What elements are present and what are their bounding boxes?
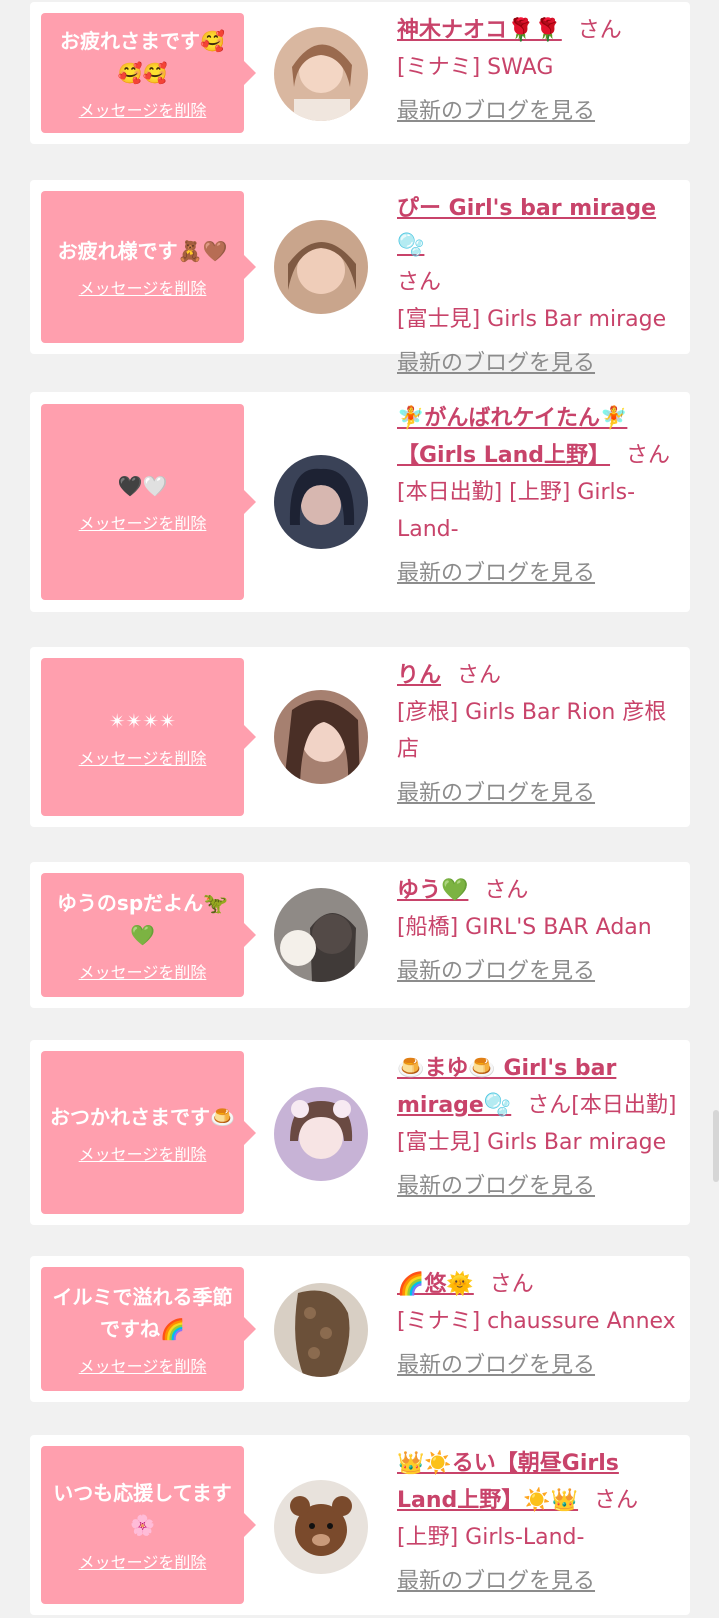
delete-message-link[interactable]: メッセージを削除 bbox=[79, 97, 207, 121]
shop-name: [富士見] Girls Bar mirage bbox=[397, 1130, 667, 1155]
message-bubble: ✴✴✴✴ メッセージを削除 bbox=[41, 658, 256, 816]
message-text: イルミで溢れる季節ですね🌈 bbox=[52, 1285, 233, 1341]
delete-message-link[interactable]: メッセージを削除 bbox=[79, 959, 207, 983]
delete-message-link[interactable]: メッセージを削除 bbox=[79, 510, 207, 534]
honorific: さん bbox=[527, 1093, 572, 1118]
shop-name: [ミナミ] chaussure Annex bbox=[397, 1309, 676, 1334]
shop-name: [ミナミ] SWAG bbox=[397, 55, 554, 80]
honorific: さん bbox=[626, 443, 671, 468]
list-item: いつも応援してます🌸 メッセージを削除 👑☀️るい【朝昼Girls Land上野… bbox=[30, 1435, 690, 1615]
girl-name-link[interactable]: 👑☀️るい【朝昼Girls Land上野】☀️👑 bbox=[397, 1451, 619, 1513]
scrollbar[interactable] bbox=[713, 1110, 719, 1182]
message-bubble: イルミで溢れる季節ですね🌈 メッセージを削除 bbox=[41, 1267, 256, 1391]
avatar[interactable] bbox=[274, 1480, 368, 1574]
item-info: 👑☀️るい【朝昼Girls Land上野】☀️👑 さん [上野] Girls-La… bbox=[397, 1445, 682, 1600]
message-bubble: おつかれさまです🍮 メッセージを削除 bbox=[41, 1051, 256, 1214]
girl-name-link[interactable]: ゆう💚 bbox=[397, 878, 468, 903]
shop-name: [富士見] Girls Bar mirage bbox=[397, 307, 667, 332]
message-text: ゆうのspだよん🦖💚 bbox=[56, 891, 229, 947]
list-item: お疲れさまです🥰🥰🥰 メッセージを削除 神木ナオコ🌹🌹 さん [ミナミ] SWAG… bbox=[30, 2, 690, 144]
shop-name: [本日出勤] [上野] Girls-Land- bbox=[397, 480, 636, 542]
shop-name: [上野] Girls-Land- bbox=[397, 1525, 585, 1550]
message-bubble: お疲れさまです🥰🥰🥰 メッセージを削除 bbox=[41, 13, 256, 133]
blog-link[interactable]: 最新のブログを見る bbox=[397, 1347, 595, 1384]
message-bubble: 🖤🤍 メッセージを削除 bbox=[41, 404, 256, 600]
avatar[interactable] bbox=[274, 690, 368, 784]
blog-link[interactable]: 最新のブログを見る bbox=[397, 345, 595, 382]
delete-message-link[interactable]: メッセージを削除 bbox=[79, 1353, 207, 1377]
avatar[interactable] bbox=[274, 220, 368, 314]
girl-name-link[interactable]: ぴー Girl's bar mirage🫧 bbox=[397, 196, 656, 258]
message-bubble: ゆうのspだよん🦖💚 メッセージを削除 bbox=[41, 873, 256, 997]
item-info: ぴー Girl's bar mirage🫧 さん [富士見] Girls Bar … bbox=[397, 190, 682, 382]
list-item: 🖤🤍 メッセージを削除 🧚がんばれケイたん🧚【Girls Land上野】 さん [… bbox=[30, 392, 690, 612]
shop-name: [船橋] GIRL'S BAR Adan bbox=[397, 915, 652, 940]
avatar[interactable] bbox=[274, 1283, 368, 1377]
blog-link[interactable]: 最新のブログを見る bbox=[397, 1168, 595, 1205]
girl-name-link[interactable]: 神木ナオコ🌹🌹 bbox=[397, 18, 562, 43]
avatar[interactable] bbox=[274, 455, 368, 549]
honorific: さん bbox=[489, 1272, 534, 1297]
girl-name-link[interactable]: 🧚がんばれケイたん🧚【Girls Land上野】 bbox=[397, 406, 627, 468]
item-info: ゆう💚 さん [船橋] GIRL'S BAR Adan 最新のブログを見る bbox=[397, 872, 682, 990]
list-item: おつかれさまです🍮 メッセージを削除 🍮まゆ🍮 Girl's bar mirag… bbox=[30, 1040, 690, 1225]
item-info: りん さん [彦根] Girls Bar Rion 彦根店 最新のブログを見る bbox=[397, 657, 682, 812]
message-bubble: お疲れ様です🧸🤎 メッセージを削除 bbox=[41, 191, 256, 343]
delete-message-link[interactable]: メッセージを削除 bbox=[79, 1141, 207, 1165]
item-info: 神木ナオコ🌹🌹 さん [ミナミ] SWAG 最新のブログを見る bbox=[397, 12, 682, 130]
status-badge: [本日出勤] bbox=[571, 1093, 677, 1118]
message-text: いつも応援してます🌸 bbox=[53, 1481, 232, 1537]
honorific: さん bbox=[457, 663, 502, 688]
honorific: さん bbox=[594, 1488, 639, 1513]
message-text: ✴✴✴✴ bbox=[108, 709, 177, 733]
avatar[interactable] bbox=[274, 27, 368, 121]
shop-name: [彦根] Girls Bar Rion 彦根店 bbox=[397, 700, 667, 762]
message-text: お疲れ様です🧸🤎 bbox=[57, 239, 228, 263]
delete-message-link[interactable]: メッセージを削除 bbox=[79, 745, 207, 769]
avatar[interactable] bbox=[274, 1087, 368, 1181]
list-item: お疲れ様です🧸🤎 メッセージを削除 ぴー Girl's bar mirage🫧 さ… bbox=[30, 180, 690, 376]
blog-link[interactable]: 最新のブログを見る bbox=[397, 93, 595, 130]
avatar[interactable] bbox=[274, 888, 368, 982]
girl-name-link[interactable]: りん bbox=[397, 663, 441, 688]
blog-link[interactable]: 最新のブログを見る bbox=[397, 555, 595, 592]
delete-message-link[interactable]: メッセージを削除 bbox=[79, 1549, 207, 1573]
list-item: ✴✴✴✴ メッセージを削除 りん さん [彦根] Girls Bar Rion 彦… bbox=[30, 647, 690, 827]
item-info: 🌈悠🌞 さん [ミナミ] chaussure Annex 最新のブログを見る bbox=[397, 1266, 682, 1384]
item-info: 🍮まゆ🍮 Girl's bar mirage🫧 さん[本日出勤] [富士見] Gi… bbox=[397, 1050, 682, 1205]
blog-link[interactable]: 最新のブログを見る bbox=[397, 953, 595, 990]
blog-link[interactable]: 最新のブログを見る bbox=[397, 775, 595, 812]
list-item: イルミで溢れる季節ですね🌈 メッセージを削除 🌈悠🌞 さん [ミナミ] chaus… bbox=[30, 1256, 690, 1402]
honorific: さん bbox=[577, 18, 622, 43]
item-info: 🧚がんばれケイたん🧚【Girls Land上野】 さん [本日出勤] [上野] G… bbox=[397, 400, 682, 592]
honorific: さん bbox=[484, 878, 529, 903]
girl-name-link[interactable]: 🌈悠🌞 bbox=[397, 1272, 474, 1297]
message-text: 🖤🤍 bbox=[117, 474, 168, 498]
blog-link[interactable]: 最新のブログを見る bbox=[397, 1563, 595, 1600]
honorific: さん bbox=[397, 270, 442, 295]
message-text: おつかれさまです🍮 bbox=[50, 1104, 235, 1129]
list-item: ゆうのspだよん🦖💚 メッセージを削除 ゆう💚 さん [船橋] GIRL'S BA… bbox=[30, 862, 690, 1008]
message-bubble: いつも応援してます🌸 メッセージを削除 bbox=[41, 1446, 256, 1604]
message-text: お疲れさまです🥰🥰🥰 bbox=[60, 29, 225, 85]
delete-message-link[interactable]: メッセージを削除 bbox=[79, 275, 207, 299]
